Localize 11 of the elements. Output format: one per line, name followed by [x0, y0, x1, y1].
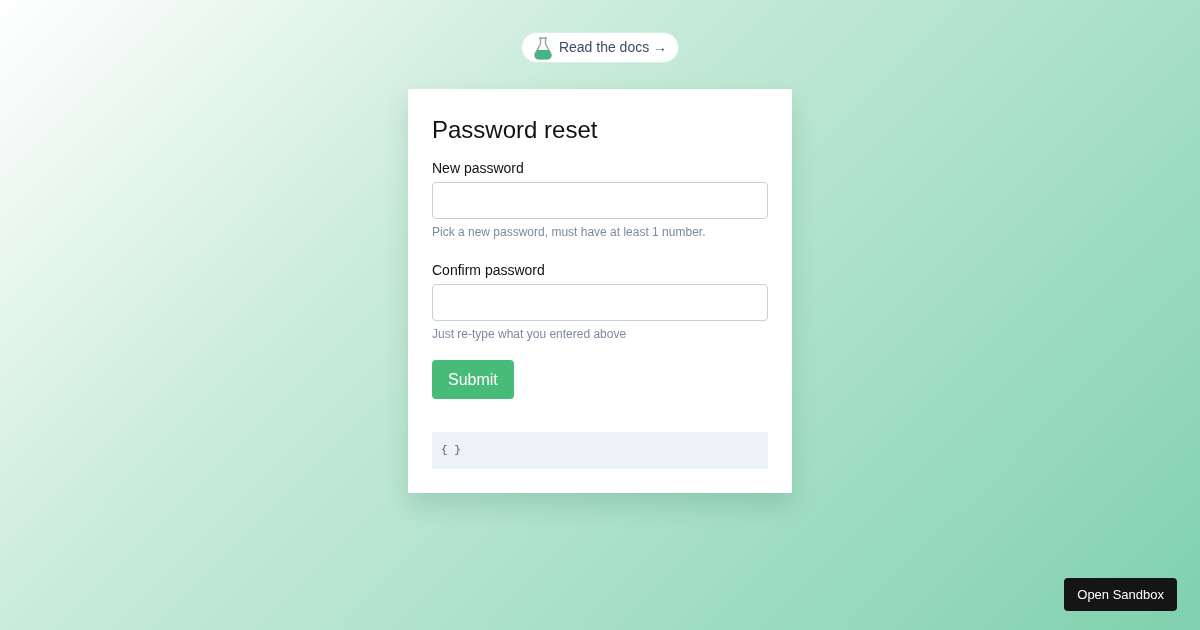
help-text: Just re-type what you entered above — [432, 327, 628, 341]
field-label: Confirm password — [432, 261, 546, 279]
help-text: Pick a new password, must have at least 1 number. — [432, 225, 707, 239]
flask-icon — [532, 35, 553, 60]
password-field[interactable] — [432, 182, 768, 219]
password-field[interactable] — [432, 284, 768, 321]
docs-link[interactable]: Read the docs → — [520, 32, 680, 63]
open-sandbox-button[interactable]: Open Sandbox — [1064, 578, 1177, 611]
output-block: { } — [432, 432, 768, 469]
field-label: New password — [432, 159, 525, 177]
form-title: Password reset — [432, 115, 599, 145]
